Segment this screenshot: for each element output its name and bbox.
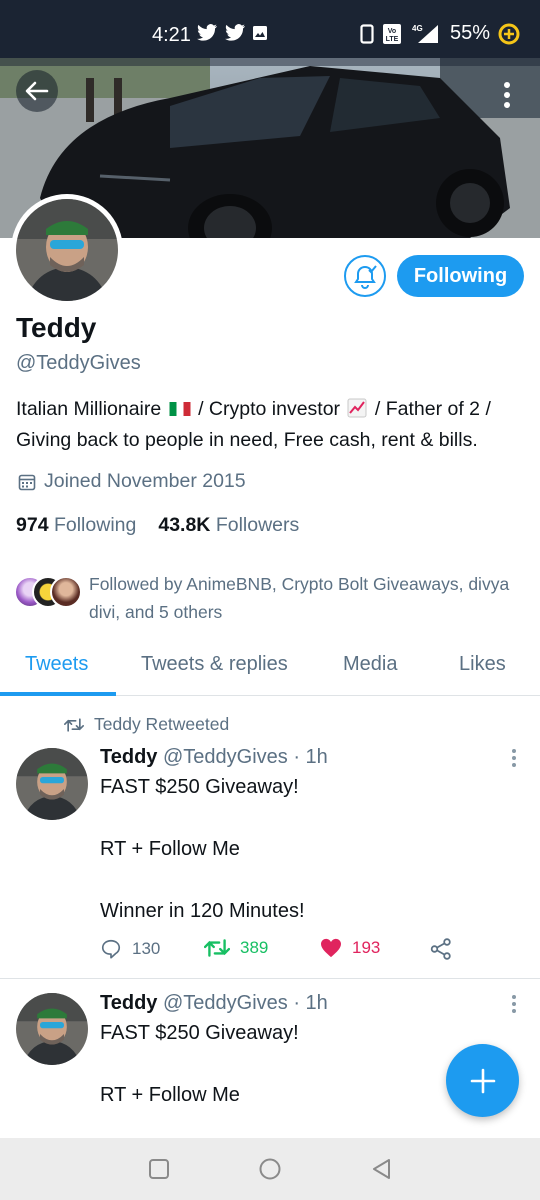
reply-count: 130 [132, 939, 161, 958]
joined-text: Joined November 2015 [44, 470, 246, 492]
arrow-left-icon [25, 81, 49, 101]
tweet-avatar[interactable] [16, 748, 88, 820]
bio-text-1: Italian Millionaire [16, 398, 162, 420]
profile-bio: Italian Millionaire / Crypto investor / … [16, 394, 531, 456]
battery-saver-icon [498, 23, 520, 44]
volte-icon: VoLTE [383, 23, 401, 44]
retweet-icon [64, 717, 84, 732]
tweet-more-button[interactable] [506, 992, 522, 1016]
signal-4g-icon: 4G [412, 24, 438, 43]
more-options-button[interactable] [492, 74, 522, 116]
home-icon[interactable] [258, 1157, 282, 1181]
twitter-notification-icon [225, 24, 245, 41]
followers-count: 43.8K [158, 514, 211, 536]
status-bar: 4:21 Vo LTE 4G 55% [0, 0, 540, 58]
retweet-count: 389 [240, 938, 269, 957]
avatar [50, 576, 82, 608]
profile-avatar[interactable] [11, 194, 123, 306]
retweet-label: Teddy Retweeted [94, 714, 230, 734]
tweet-text: FAST $250 Giveaway! RT + Follow Me [100, 1018, 299, 1111]
retweet-icon [204, 939, 230, 957]
tab-likes[interactable]: Likes [459, 653, 506, 676]
status-time: 4:21 [152, 24, 191, 46]
calendar-icon [18, 474, 36, 490]
tab-tweets-replies[interactable]: Tweets & replies [141, 653, 288, 676]
like-count: 193 [352, 938, 381, 957]
tweet-header: Teddy @TeddyGives · 1h [100, 746, 328, 769]
following-button[interactable]: Following [397, 255, 524, 297]
notifications-bell-button[interactable] [344, 255, 386, 297]
share-button[interactable] [430, 938, 452, 960]
svg-text:4G: 4G [412, 24, 423, 33]
back-button[interactable] [16, 70, 58, 112]
share-icon [430, 938, 451, 960]
svg-text:Vo: Vo [388, 28, 396, 35]
bell-check-icon [354, 265, 377, 289]
svg-text:LTE: LTE [386, 36, 399, 43]
reply-icon [101, 939, 121, 959]
image-notification-icon [253, 26, 267, 40]
tweet-line: FAST $250 Giveaway! [100, 776, 299, 798]
avatar-photo [16, 748, 88, 820]
tweet-text: FAST $250 Giveaway! RT + Follow Me Winne… [100, 772, 305, 927]
bio-text-2: / Crypto investor [198, 398, 341, 420]
plus-icon [470, 1068, 495, 1093]
tab-tweets[interactable]: Tweets [25, 653, 88, 676]
tweet-header: Teddy @TeddyGives · 1h [100, 992, 328, 1015]
follow-stats: 974 Following 43.8K Followers [16, 514, 299, 537]
tab-media[interactable]: Media [343, 653, 397, 676]
followed-by-avatars [14, 576, 84, 610]
profile-name: Teddy [16, 312, 97, 343]
tweet-line: RT + Follow Me [100, 838, 240, 860]
heart-icon [321, 938, 341, 958]
joined-date: Joined November 2015 [18, 470, 246, 493]
like-button[interactable]: 193 [320, 938, 380, 958]
avatar-photo [16, 199, 118, 301]
profile-tabs: Tweets Tweets & replies Media Likes [0, 644, 540, 696]
italy-flag-icon [169, 402, 191, 416]
tweet-line: FAST $250 Giveaway! [100, 1022, 299, 1044]
following-label: Following [53, 514, 137, 536]
phone-icon [360, 23, 374, 44]
avatar-photo [16, 993, 88, 1065]
tweet-line: Winner in 120 Minutes! [100, 900, 305, 922]
battery-percent: 55% [450, 22, 491, 44]
back-nav-icon[interactable] [370, 1157, 392, 1181]
followers-stat[interactable]: 43.8K Followers [158, 514, 299, 537]
reply-button[interactable]: 130 [100, 938, 160, 960]
twitter-notification-icon [197, 24, 217, 41]
tweet-more-button[interactable] [506, 746, 522, 770]
tweet-avatar[interactable] [16, 993, 88, 1065]
tweet-actions: 130 389 193 [100, 938, 460, 968]
compose-tweet-button[interactable] [446, 1044, 519, 1117]
retweet-button[interactable]: 389 [204, 938, 268, 958]
retweet-indicator: Teddy Retweeted [64, 714, 229, 735]
tweet-author-name[interactable]: Teddy [100, 746, 157, 768]
system-nav-bar [0, 1138, 540, 1200]
tweet-author-handle: @TeddyGives · 1h [162, 746, 328, 768]
followers-label: Followers [215, 514, 300, 536]
recent-apps-icon[interactable] [148, 1158, 170, 1180]
active-tab-indicator [0, 692, 116, 696]
tweet-line: RT + Follow Me [100, 1084, 240, 1106]
profile-handle: @TeddyGives [16, 352, 141, 374]
vertical-dots-icon [504, 82, 510, 108]
chart-increasing-icon [347, 398, 367, 418]
tweet-author-handle: @TeddyGives · 1h [162, 992, 328, 1014]
following-count: 974 [16, 514, 49, 536]
tweet-author-name[interactable]: Teddy [100, 992, 157, 1014]
followed-by-text: Followed by AnimeBNB, Crypto Bolt Giveaw… [89, 574, 510, 622]
following-stat[interactable]: 974 Following [16, 514, 136, 537]
tweet-divider [0, 978, 540, 979]
